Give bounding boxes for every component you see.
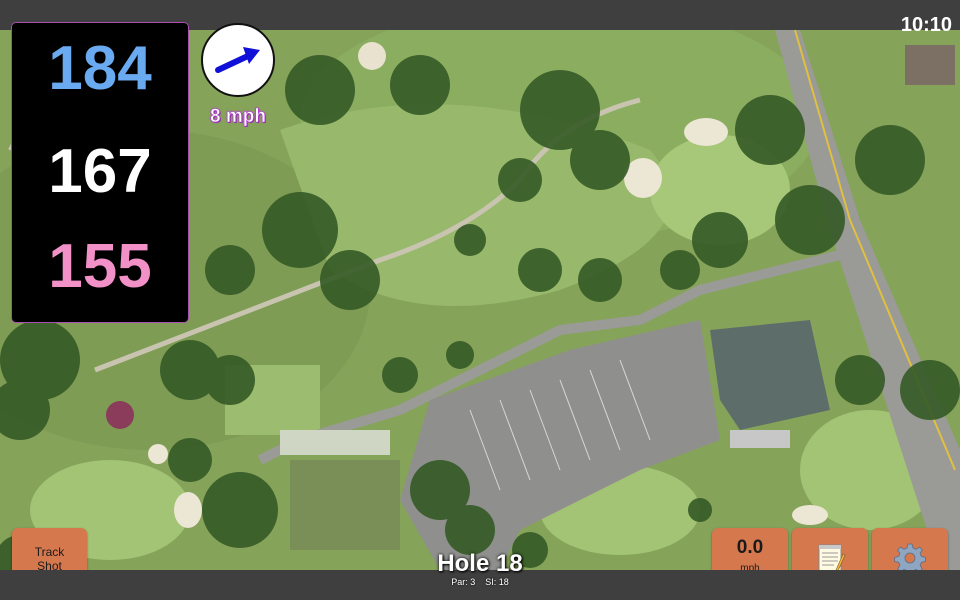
wind-speed-value: 0.0 [736,537,764,558]
front-yardage: 155 [48,232,152,301]
hole-title: Hole 18 [437,550,523,577]
wind-speed-label: 8 mph [210,106,267,128]
track-shot-label-line1: Track [34,545,65,559]
middle-yardage: 167 [48,137,152,206]
clock: 10:10 [900,14,952,36]
par-si-info: Par: 3 SI: 18 [451,577,509,587]
yardage-panel: 184 167 155 [11,22,189,323]
wind-indicator [201,23,275,97]
back-yardage: 184 [48,34,152,103]
arrow-icon [215,47,260,73]
